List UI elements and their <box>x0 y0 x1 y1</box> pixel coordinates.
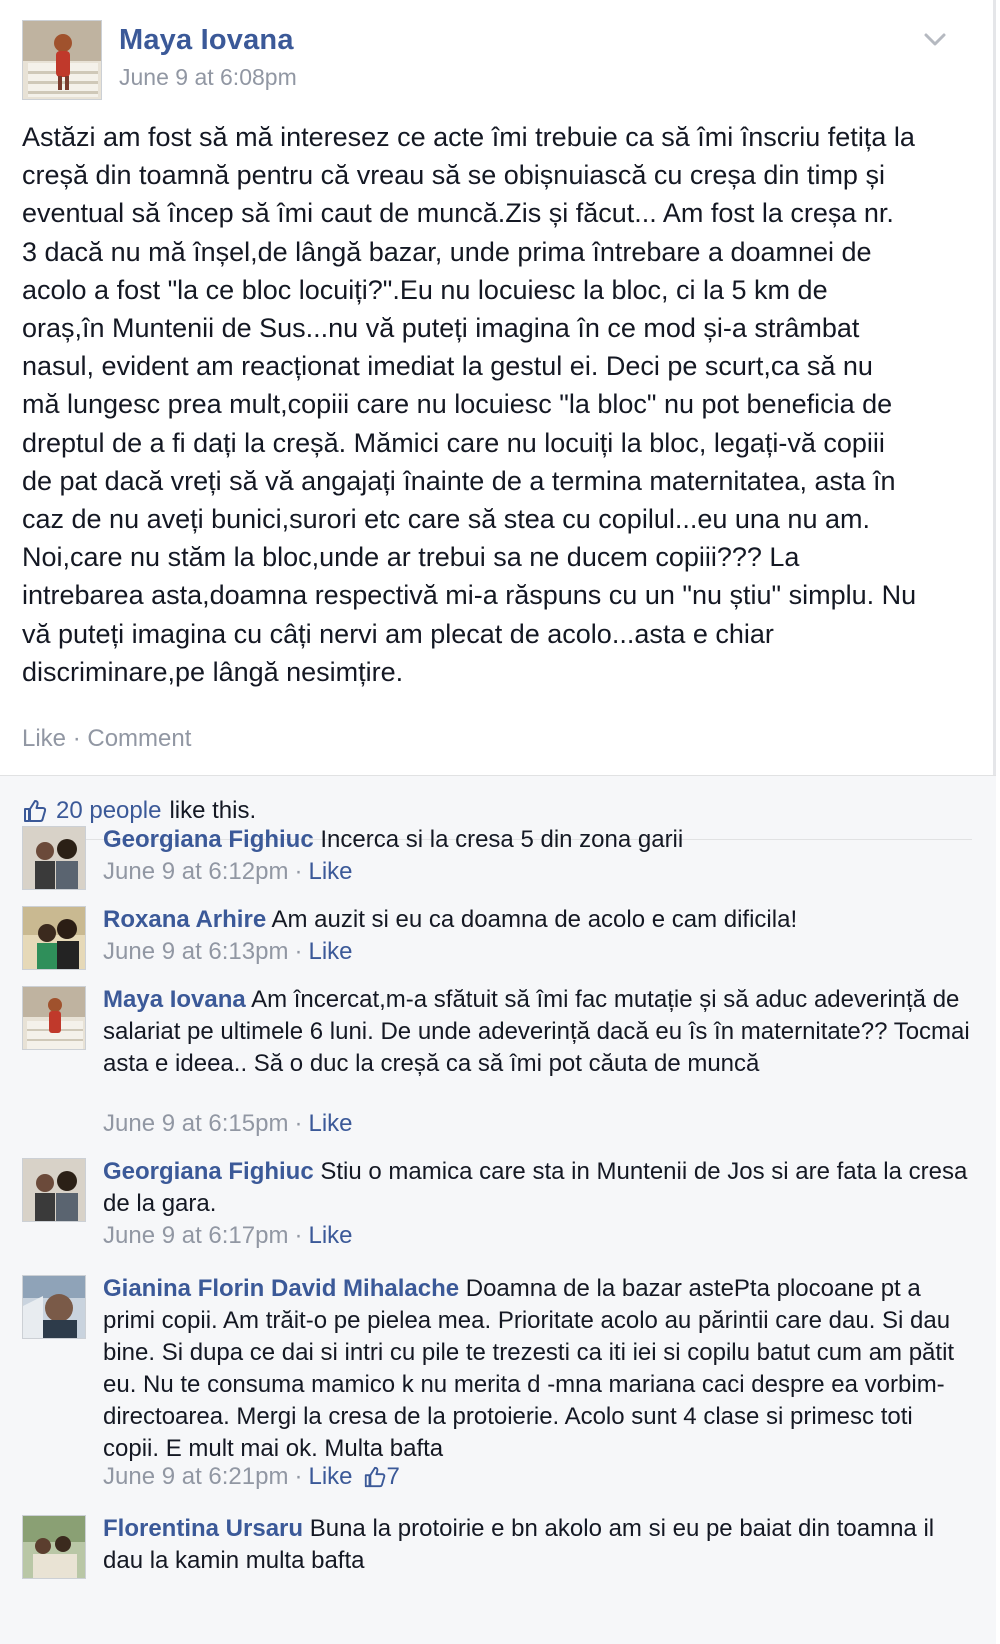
feedback-section: 20 people like this. Georgiana Fighiuc I… <box>0 775 996 1644</box>
comment-author[interactable]: Gianina Florin David Mihalache <box>103 1275 459 1302</box>
comment-meta: June 9 at 6:15pm · Like <box>103 1110 353 1138</box>
meta-separator: · <box>294 1110 303 1137</box>
thumbs-up-icon <box>24 800 47 822</box>
likes-summary: 20 people like this. <box>22 794 972 828</box>
comment-like-count-value: 7 <box>386 1463 400 1490</box>
post-card: Maya Iovana June 9 at 6:08pm Astăzi am f… <box>0 0 996 1644</box>
thumbs-up-icon <box>364 1466 385 1488</box>
comment-timestamp[interactable]: June 9 at 6:15pm <box>103 1110 288 1138</box>
comment-like-count[interactable]: 7 <box>363 1463 400 1491</box>
comment-author[interactable]: Georgiana Fighiuc <box>103 1158 314 1185</box>
comment-text: Am auzit si eu ca doamna de acolo e cam … <box>271 906 798 933</box>
comment-like-link[interactable]: Like <box>308 1110 352 1138</box>
comment-meta: June 9 at 6:12pm · Like <box>103 858 353 886</box>
author-name[interactable]: Maya Iovana <box>119 24 294 57</box>
comment-author[interactable]: Florentina Ursaru <box>103 1515 303 1542</box>
comment-text: Doamna de la bazar astePta plocoane pt a… <box>103 1275 955 1462</box>
comment-author[interactable]: Georgiana Fighiuc <box>103 826 314 853</box>
commenter-avatar[interactable] <box>22 1515 86 1579</box>
commenter-avatar[interactable] <box>22 906 86 970</box>
post-header: Maya Iovana June 9 at 6:08pm <box>22 20 962 100</box>
commenter-avatar[interactable] <box>22 986 86 1050</box>
comment-body: Roxana Arhire Am auzit si eu ca doamna d… <box>103 904 973 936</box>
comment: Georgiana Fighiuc Stiu o mamica care sta… <box>22 1156 972 1266</box>
comment-meta: June 9 at 6:17pm · Like <box>103 1222 353 1250</box>
comment-like-link[interactable]: Like <box>308 1222 352 1250</box>
comment-author[interactable]: Maya Iovana <box>103 986 246 1013</box>
comment-body: Gianina Florin David Mihalache Doamna de… <box>103 1273 973 1465</box>
commenter-avatar[interactable] <box>22 1158 86 1222</box>
commenter-avatar[interactable] <box>22 1275 86 1339</box>
post-actions: Like · Comment <box>22 725 191 753</box>
likes-suffix: like this. <box>169 797 257 824</box>
comment-body: Georgiana Fighiuc Stiu o mamica care sta… <box>103 1156 973 1220</box>
comment: Georgiana Fighiuc Incerca si la cresa 5 … <box>22 824 972 904</box>
post-timestamp[interactable]: June 9 at 6:08pm <box>119 64 297 91</box>
comment-body: Florentina Ursaru Buna la protoirie e bn… <box>103 1513 973 1577</box>
comment-timestamp[interactable]: June 9 at 6:12pm <box>103 858 288 886</box>
comment: Roxana Arhire Am auzit si eu ca doamna d… <box>22 904 972 984</box>
comment-meta: June 9 at 6:13pm · Like <box>103 938 353 966</box>
author-avatar[interactable] <box>22 20 102 100</box>
comment-timestamp[interactable]: June 9 at 6:13pm <box>103 938 288 966</box>
meta-separator: · <box>294 858 303 885</box>
comment-author[interactable]: Roxana Arhire <box>103 906 266 933</box>
comment-timestamp[interactable]: June 9 at 6:17pm <box>103 1222 288 1250</box>
comment-like-link[interactable]: Like <box>308 858 352 886</box>
like-link[interactable]: Like <box>22 725 66 752</box>
post-text: Astăzi am fost să mă interesez ce acte î… <box>22 122 917 687</box>
chevron-down-icon[interactable] <box>920 24 950 54</box>
meta-separator: · <box>294 1222 303 1249</box>
comment-body: Georgiana Fighiuc Incerca si la cresa 5 … <box>103 824 973 856</box>
comment-text: Incerca si la cresa 5 din zona garii <box>320 826 684 853</box>
comment: Florentina Ursaru Buna la protoirie e bn… <box>22 1513 972 1593</box>
meta-separator: · <box>294 938 303 965</box>
comment: Gianina Florin David Mihalache Doamna de… <box>22 1273 972 1509</box>
comment-link[interactable]: Comment <box>87 725 191 752</box>
action-separator: · <box>72 725 81 752</box>
likes-count-link[interactable]: 20 people <box>56 797 161 825</box>
comment-like-link[interactable]: Like <box>308 938 352 966</box>
comment-like-link[interactable]: Like <box>308 1463 352 1491</box>
comment-meta: June 9 at 6:21pm · Like 7 <box>103 1463 400 1491</box>
meta-separator: · <box>294 1463 303 1490</box>
comment-timestamp[interactable]: June 9 at 6:21pm <box>103 1463 288 1491</box>
comment-body: Maya Iovana Am încercat,m-a sfătuit să î… <box>103 984 973 1080</box>
comment: Maya Iovana Am încercat,m-a sfătuit să î… <box>22 984 972 1156</box>
commenter-avatar[interactable] <box>22 826 86 890</box>
